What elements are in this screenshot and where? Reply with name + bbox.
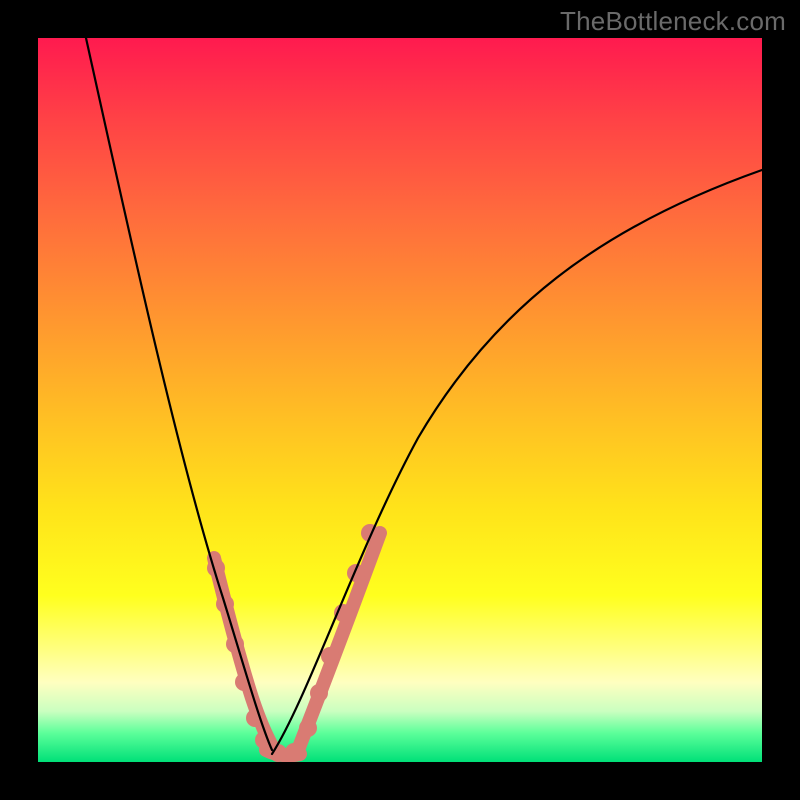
- plot-area: [38, 38, 762, 762]
- highlight-dots: [207, 524, 379, 762]
- highlight-right-segment: [298, 533, 380, 750]
- left-curve: [86, 38, 272, 750]
- chart-frame: TheBottleneck.com: [0, 0, 800, 800]
- right-curve: [272, 170, 762, 754]
- chart-svg: [38, 38, 762, 762]
- watermark-text: TheBottleneck.com: [560, 6, 786, 37]
